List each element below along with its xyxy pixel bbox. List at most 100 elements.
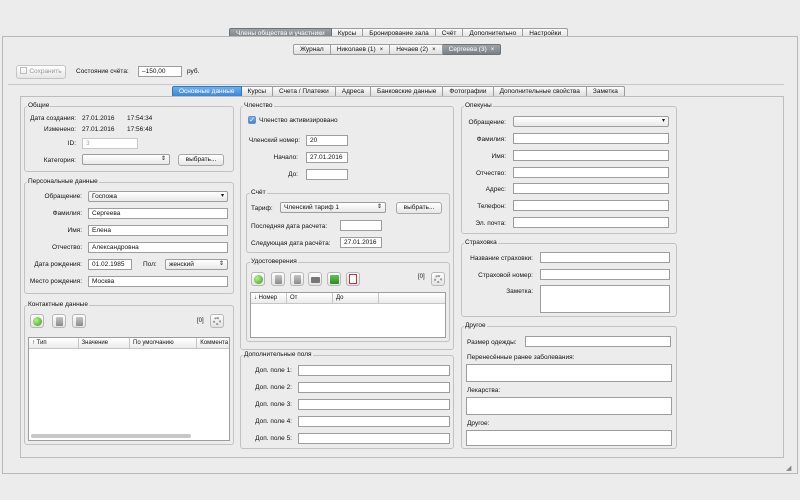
certificates-count: [0] bbox=[418, 274, 425, 280]
guardian-email-label: Эл. почта: bbox=[475, 220, 506, 227]
doc-tab-nikolaev[interactable]: Николаев (1) × bbox=[330, 44, 391, 55]
guardian-address-label: Адрес: bbox=[485, 186, 506, 193]
insurance-note-field[interactable] bbox=[540, 285, 670, 313]
guardian-salutation-select[interactable]: ▾ bbox=[513, 116, 669, 127]
add-glyph bbox=[253, 275, 263, 284]
last-billing-label: Последняя дата расчета: bbox=[251, 223, 328, 230]
last-billing-field[interactable] bbox=[340, 220, 382, 231]
start-field[interactable]: 27.01.2016 bbox=[306, 152, 348, 163]
doc-tab-sergeeva[interactable]: Сергеева (3) × bbox=[442, 44, 502, 55]
insurance-company-field[interactable] bbox=[540, 252, 670, 263]
category-select[interactable]: ⇕ bbox=[82, 154, 170, 165]
medicine-field[interactable] bbox=[466, 397, 672, 415]
close-icon[interactable]: × bbox=[380, 47, 384, 53]
document-tab-bar: Журнал Николаев (1) × Нечаев (2) × Сергеев… bbox=[293, 44, 502, 55]
gender-value: женский bbox=[169, 261, 194, 268]
extra-field-2-input[interactable] bbox=[298, 382, 450, 393]
add-icon[interactable] bbox=[251, 272, 265, 286]
extra-field-1-input[interactable] bbox=[298, 365, 450, 376]
name-field[interactable]: Елена bbox=[88, 225, 228, 236]
save-button[interactable]: Сохранить bbox=[16, 65, 66, 79]
doc-tab-nechaev[interactable]: Нечаев (2) × bbox=[390, 44, 443, 55]
col-number[interactable]: ↓ Номер bbox=[251, 293, 287, 303]
tariff-select[interactable]: Членский тариф 1 ⇕ bbox=[280, 202, 386, 213]
gender-select[interactable]: женский ⇕ bbox=[165, 259, 228, 270]
birthdate-field[interactable]: 01.02.1985 bbox=[88, 259, 132, 270]
save-label: Сохранить bbox=[29, 68, 62, 75]
pdf-icon[interactable] bbox=[346, 272, 360, 286]
other-title: Другое bbox=[464, 322, 487, 329]
patronymic-field[interactable]: Александровна bbox=[88, 242, 228, 253]
member-number-field[interactable]: 20 bbox=[306, 135, 348, 146]
close-icon[interactable]: × bbox=[491, 47, 495, 53]
guardian-address-field[interactable] bbox=[513, 183, 669, 194]
birthplace-label: Место рождения: bbox=[29, 278, 82, 285]
col-type[interactable]: ↑ Тип bbox=[29, 338, 79, 348]
modified-label: Изменено: bbox=[44, 126, 76, 133]
col-from[interactable]: От bbox=[287, 293, 333, 303]
member-number-label: Членский номер: bbox=[248, 137, 300, 144]
resize-grip-icon[interactable]: ◢ bbox=[786, 464, 791, 472]
guardian-surname-field[interactable] bbox=[513, 133, 669, 144]
edit-glyph bbox=[274, 275, 282, 284]
end-field[interactable] bbox=[306, 169, 348, 180]
extra-field-1-label: Доп. поле 1: bbox=[255, 367, 292, 374]
delete-glyph bbox=[293, 275, 301, 284]
guardian-patronymic-field[interactable] bbox=[513, 167, 669, 178]
gender-label: Пол: bbox=[143, 261, 157, 268]
insurance-number-label: Страховой номер: bbox=[478, 272, 533, 279]
extra-field-3-input[interactable] bbox=[298, 399, 450, 410]
settings-icon[interactable] bbox=[431, 272, 445, 286]
certificates-table[interactable]: ↓ Номер От До bbox=[250, 292, 446, 338]
start-label: Начало: bbox=[273, 154, 298, 161]
doc-tab-journal[interactable]: Журнал bbox=[293, 44, 331, 55]
membership-active-checkbox[interactable]: ✓ bbox=[248, 116, 256, 124]
clothing-size-field[interactable] bbox=[525, 336, 671, 347]
contacts-count: [0] bbox=[197, 318, 204, 324]
delete-icon[interactable] bbox=[290, 272, 304, 286]
col-comment[interactable]: Коммента bbox=[197, 338, 229, 348]
salutation-select[interactable]: Госпожа ▾ bbox=[88, 191, 228, 202]
contacts-table-header: ↑ Тип Значение По умолчанию Коммента bbox=[29, 338, 229, 349]
delete-icon[interactable] bbox=[72, 314, 86, 328]
contacts-table[interactable]: ↑ Тип Значение По умолчанию Коммента bbox=[28, 337, 230, 441]
insurance-title: Страховка bbox=[464, 239, 498, 246]
tariff-value: Членский тариф 1 bbox=[284, 204, 340, 211]
settings-icon[interactable] bbox=[210, 314, 224, 328]
extra-fields-title: Дополнительные поля bbox=[243, 351, 313, 358]
horizontal-scrollbar[interactable] bbox=[31, 434, 191, 438]
id-field: 3 bbox=[82, 138, 138, 149]
extra-field-5-input[interactable] bbox=[298, 433, 450, 444]
next-billing-field[interactable]: 27.01.2016 bbox=[340, 237, 382, 248]
illness-field[interactable] bbox=[466, 364, 672, 382]
membership-active-label: Членство активизировано bbox=[259, 117, 338, 124]
extra-field-5-label: Доп. поле 5: bbox=[255, 435, 292, 442]
guardian-name-field[interactable] bbox=[513, 150, 669, 161]
guardian-salutation-label: Обращение: bbox=[468, 119, 506, 126]
edit-icon[interactable] bbox=[271, 272, 285, 286]
guardian-surname-label: Фамилия: bbox=[476, 136, 506, 143]
edit-icon[interactable] bbox=[52, 314, 66, 328]
salutation-label: Обращение: bbox=[44, 193, 82, 200]
col-default[interactable]: По умолчанию bbox=[130, 338, 198, 348]
created-time: 17:54:34 bbox=[127, 115, 153, 122]
add-icon[interactable] bbox=[30, 314, 44, 328]
tariff-choose-button[interactable]: выбрать... bbox=[396, 202, 442, 214]
close-icon[interactable]: × bbox=[432, 47, 436, 53]
general-title: Общие bbox=[27, 102, 51, 109]
print-icon[interactable] bbox=[308, 272, 322, 286]
other-field[interactable] bbox=[466, 430, 672, 446]
guardian-email-field[interactable] bbox=[513, 217, 669, 228]
surname-field[interactable]: Сергеева bbox=[88, 208, 228, 219]
category-choose-button[interactable]: выбрать... bbox=[178, 154, 224, 166]
birthplace-field[interactable]: Москва bbox=[88, 276, 228, 287]
insurance-number-field[interactable] bbox=[540, 269, 670, 280]
stepper-icon: ⇕ bbox=[218, 261, 224, 267]
balance-field[interactable]: –150,00 bbox=[138, 66, 182, 77]
guardian-phone-field[interactable] bbox=[513, 200, 669, 211]
col-value[interactable]: Значение bbox=[79, 338, 130, 348]
col-to[interactable]: До bbox=[333, 293, 379, 303]
export-icon[interactable] bbox=[327, 272, 341, 286]
extra-field-4-input[interactable] bbox=[298, 416, 450, 427]
extra-field-2-label: Доп. поле 2: bbox=[255, 384, 292, 391]
